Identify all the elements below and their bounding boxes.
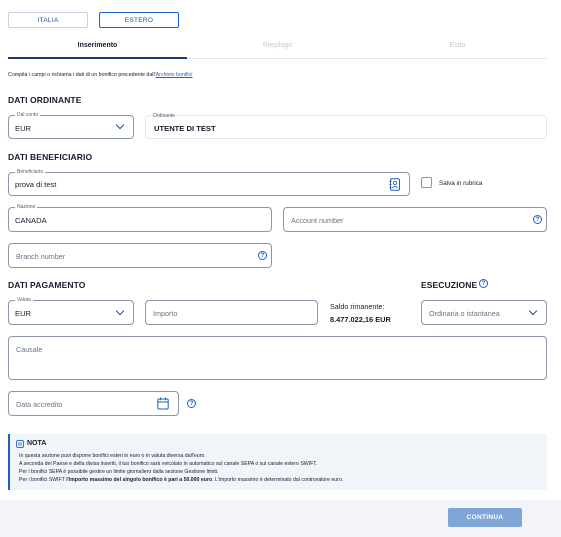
- continua-button[interactable]: CONTINUA: [448, 508, 522, 527]
- chevron-down-icon: [528, 306, 538, 316]
- tab-estero[interactable]: ESTERO: [99, 12, 179, 28]
- esecuzione-select[interactable]: Ordinaria o istantanea: [421, 300, 547, 325]
- nota-title: NOTA: [27, 440, 47, 447]
- conto-select[interactable]: Dal conto EUR: [8, 112, 134, 139]
- salva-rubrica-label: Salva in rubrica: [439, 180, 483, 187]
- step-riepilogo: Riepilogo: [262, 42, 293, 49]
- hint-text: Compila i campi o richiama i dati di un …: [8, 72, 193, 78]
- valuta-select[interactable]: Valuta EUR: [8, 297, 134, 325]
- step-inserimento: Inserimento: [77, 42, 118, 49]
- esecuzione-help-icon[interactable]: ?: [479, 279, 488, 288]
- valuta-value: EUR: [15, 309, 32, 318]
- importo-placeholder: Importo: [153, 309, 178, 318]
- conto-value: EUR: [15, 124, 32, 133]
- archivio-bonifici-link[interactable]: Archivio bonifici: [156, 72, 193, 78]
- valuta-label: Valuta: [15, 297, 33, 304]
- ordinante-field: Ordinante UTENTE DI TEST: [145, 113, 547, 139]
- nota-box: NOTA In questa sezione puoi disporre bon…: [8, 434, 547, 490]
- step-indicator-active: [8, 57, 187, 59]
- nazione-input[interactable]: Nazione CANADA: [8, 204, 272, 232]
- chevron-down-icon: [115, 306, 125, 316]
- nazione-value: CANADA: [15, 216, 47, 225]
- section-title-pagamento: DATI PAGAMENTO: [8, 280, 86, 290]
- account-number-placeholder: Account number: [291, 216, 344, 225]
- note-icon: [16, 440, 24, 448]
- section-title-ordinante: DATI ORDINANTE: [8, 95, 82, 105]
- branch-number-input[interactable]: Branch number ?: [8, 243, 272, 268]
- nota-line-1: In questa sezione puoi disporre bonifici…: [19, 453, 206, 459]
- saldo-label: Saldo rimanente:: [330, 302, 385, 311]
- account-number-input[interactable]: Account number ?: [283, 207, 547, 232]
- esecuzione-placeholder: Ordinaria o istantanea: [429, 309, 500, 318]
- beneficiario-input[interactable]: Beneficiario prova di test: [8, 169, 410, 196]
- chevron-down-icon: [115, 120, 125, 130]
- ordinante-label: Ordinante: [153, 113, 175, 119]
- help-icon[interactable]: ?: [533, 215, 542, 224]
- calendar-icon[interactable]: [157, 397, 169, 410]
- conto-label: Dal conto: [15, 112, 41, 119]
- importo-input[interactable]: Importo: [145, 300, 318, 325]
- branch-number-placeholder: Branch number: [16, 252, 66, 261]
- data-accredito-placeholder: Data accredito: [16, 400, 63, 409]
- salva-rubrica-checkbox[interactable]: [421, 177, 432, 188]
- nazione-label: Nazione: [15, 204, 38, 211]
- saldo-value: 8.477.022,16 EUR: [330, 315, 391, 324]
- help-icon[interactable]: ?: [258, 251, 267, 260]
- section-title-esecuzione: ESECUZIONE: [421, 280, 478, 290]
- step-indicator-inactive: [187, 58, 547, 59]
- data-accredito-input[interactable]: Data accredito: [8, 391, 179, 416]
- ordinante-value: UTENTE DI TEST: [154, 124, 216, 133]
- nota-line-3: Per i bonifici SEPA è possibile gestire …: [19, 469, 219, 475]
- beneficiario-label: Beneficiario: [15, 169, 46, 176]
- data-accredito-help-icon[interactable]: ?: [187, 399, 196, 408]
- step-esito: Esito: [449, 42, 466, 49]
- section-title-beneficiario: DATI BENEFICIARIO: [8, 152, 93, 162]
- nota-line-2: A seconda del Paese e della divisa inser…: [19, 461, 318, 467]
- beneficiario-value: prova di test: [15, 180, 57, 189]
- address-book-icon[interactable]: [389, 178, 401, 191]
- causale-placeholder: Causale: [16, 345, 43, 354]
- nota-line-4: Per i bonifici SWIFT l'importo massimo d…: [19, 477, 344, 483]
- tab-italia[interactable]: ITALIA: [8, 12, 88, 28]
- causale-textarea[interactable]: Causale: [8, 336, 547, 380]
